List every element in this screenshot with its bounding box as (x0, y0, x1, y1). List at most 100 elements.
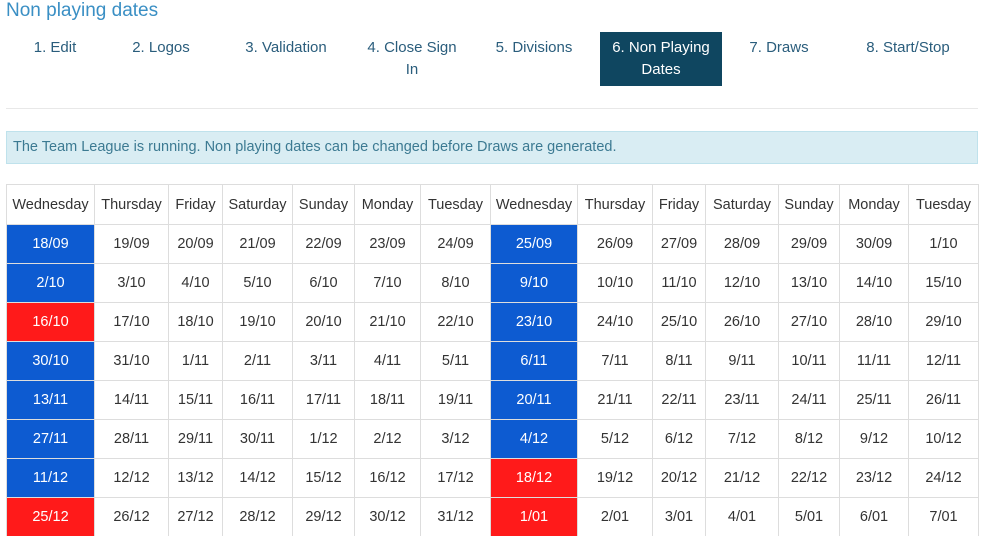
date-cell[interactable]: 21/09 (222, 224, 293, 264)
date-cell[interactable]: 1/10 (908, 224, 979, 264)
date-cell[interactable]: 24/12 (908, 458, 979, 498)
date-cell[interactable]: 28/09 (705, 224, 779, 264)
date-cell[interactable]: 15/12 (292, 458, 355, 498)
date-cell[interactable]: 16/10 (6, 302, 95, 342)
date-cell[interactable]: 3/10 (94, 263, 169, 303)
date-cell[interactable]: 12/12 (94, 458, 169, 498)
date-cell[interactable]: 8/10 (420, 263, 491, 303)
date-cell[interactable]: 16/12 (354, 458, 421, 498)
date-cell[interactable]: 5/10 (222, 263, 293, 303)
date-cell[interactable]: 27/09 (652, 224, 706, 264)
date-cell[interactable]: 5/11 (420, 341, 491, 381)
date-cell[interactable]: 14/11 (94, 380, 169, 420)
date-cell[interactable]: 28/11 (94, 419, 169, 459)
date-cell[interactable]: 23/10 (490, 302, 578, 342)
date-cell[interactable]: 9/10 (490, 263, 578, 303)
tab-edit[interactable]: 1. Edit (16, 32, 94, 86)
date-cell[interactable]: 1/11 (168, 341, 223, 381)
date-cell[interactable]: 17/10 (94, 302, 169, 342)
tab-divisions[interactable]: 5. Divisions (486, 32, 582, 86)
date-cell[interactable]: 19/10 (222, 302, 293, 342)
date-cell[interactable]: 29/12 (292, 497, 355, 536)
date-cell[interactable]: 9/12 (839, 419, 909, 459)
tab-start-stop[interactable]: 8. Start/Stop (854, 32, 962, 86)
date-cell[interactable]: 1/12 (292, 419, 355, 459)
date-cell[interactable]: 3/11 (292, 341, 355, 381)
date-cell[interactable]: 24/09 (420, 224, 491, 264)
date-cell[interactable]: 12/10 (705, 263, 779, 303)
date-cell[interactable]: 4/11 (354, 341, 421, 381)
date-cell[interactable]: 11/12 (6, 458, 95, 498)
date-cell[interactable]: 7/01 (908, 497, 979, 536)
date-cell[interactable]: 21/12 (705, 458, 779, 498)
date-cell[interactable]: 13/11 (6, 380, 95, 420)
date-cell[interactable]: 30/12 (354, 497, 421, 536)
date-cell[interactable]: 21/10 (354, 302, 421, 342)
date-cell[interactable]: 13/10 (778, 263, 840, 303)
date-cell[interactable]: 23/09 (354, 224, 421, 264)
date-cell[interactable]: 19/09 (94, 224, 169, 264)
date-cell[interactable]: 31/10 (94, 341, 169, 381)
date-cell[interactable]: 18/10 (168, 302, 223, 342)
date-cell[interactable]: 27/12 (168, 497, 223, 536)
date-cell[interactable]: 22/12 (778, 458, 840, 498)
date-cell[interactable]: 25/12 (6, 497, 95, 536)
date-cell[interactable]: 17/12 (420, 458, 491, 498)
date-cell[interactable]: 8/11 (652, 341, 706, 381)
date-cell[interactable]: 14/10 (839, 263, 909, 303)
date-cell[interactable]: 2/10 (6, 263, 95, 303)
date-cell[interactable]: 4/10 (168, 263, 223, 303)
date-cell[interactable]: 7/11 (577, 341, 653, 381)
date-cell[interactable]: 14/12 (222, 458, 293, 498)
date-cell[interactable]: 6/10 (292, 263, 355, 303)
date-cell[interactable]: 6/12 (652, 419, 706, 459)
date-cell[interactable]: 12/11 (908, 341, 979, 381)
date-cell[interactable]: 28/12 (222, 497, 293, 536)
date-cell[interactable]: 7/12 (705, 419, 779, 459)
date-cell[interactable]: 16/11 (222, 380, 293, 420)
date-cell[interactable]: 20/09 (168, 224, 223, 264)
date-cell[interactable]: 10/10 (577, 263, 653, 303)
date-cell[interactable]: 30/10 (6, 341, 95, 381)
tab-non-playing-dates[interactable]: 6. Non Playing Dates (600, 32, 722, 86)
date-cell[interactable]: 5/01 (778, 497, 840, 536)
date-cell[interactable]: 23/11 (705, 380, 779, 420)
date-cell[interactable]: 15/10 (908, 263, 979, 303)
date-cell[interactable]: 1/01 (490, 497, 578, 536)
date-cell[interactable]: 11/11 (839, 341, 909, 381)
date-cell[interactable]: 23/12 (839, 458, 909, 498)
date-cell[interactable]: 26/11 (908, 380, 979, 420)
date-cell[interactable]: 19/11 (420, 380, 491, 420)
date-cell[interactable]: 25/09 (490, 224, 578, 264)
tab-logos[interactable]: 2. Logos (120, 32, 202, 86)
date-cell[interactable]: 22/09 (292, 224, 355, 264)
tab-close-sign-in[interactable]: 4. Close Sign In (364, 32, 460, 86)
date-cell[interactable]: 18/11 (354, 380, 421, 420)
date-cell[interactable]: 26/10 (705, 302, 779, 342)
date-cell[interactable]: 13/12 (168, 458, 223, 498)
date-cell[interactable]: 26/09 (577, 224, 653, 264)
date-cell[interactable]: 15/11 (168, 380, 223, 420)
date-cell[interactable]: 27/11 (6, 419, 95, 459)
date-cell[interactable]: 6/11 (490, 341, 578, 381)
tab-validation[interactable]: 3. Validation (238, 32, 334, 86)
date-cell[interactable]: 10/11 (778, 341, 840, 381)
date-cell[interactable]: 7/10 (354, 263, 421, 303)
date-cell[interactable]: 29/09 (778, 224, 840, 264)
date-cell[interactable]: 25/11 (839, 380, 909, 420)
date-cell[interactable]: 20/10 (292, 302, 355, 342)
date-cell[interactable]: 3/01 (652, 497, 706, 536)
date-cell[interactable]: 18/09 (6, 224, 95, 264)
date-cell[interactable]: 6/01 (839, 497, 909, 536)
date-cell[interactable]: 4/01 (705, 497, 779, 536)
date-cell[interactable]: 10/12 (908, 419, 979, 459)
date-cell[interactable]: 2/01 (577, 497, 653, 536)
date-cell[interactable]: 22/10 (420, 302, 491, 342)
date-cell[interactable]: 20/11 (490, 380, 578, 420)
date-cell[interactable]: 19/12 (577, 458, 653, 498)
date-cell[interactable]: 18/12 (490, 458, 578, 498)
date-cell[interactable]: 2/12 (354, 419, 421, 459)
date-cell[interactable]: 20/12 (652, 458, 706, 498)
date-cell[interactable]: 25/10 (652, 302, 706, 342)
date-cell[interactable]: 9/11 (705, 341, 779, 381)
